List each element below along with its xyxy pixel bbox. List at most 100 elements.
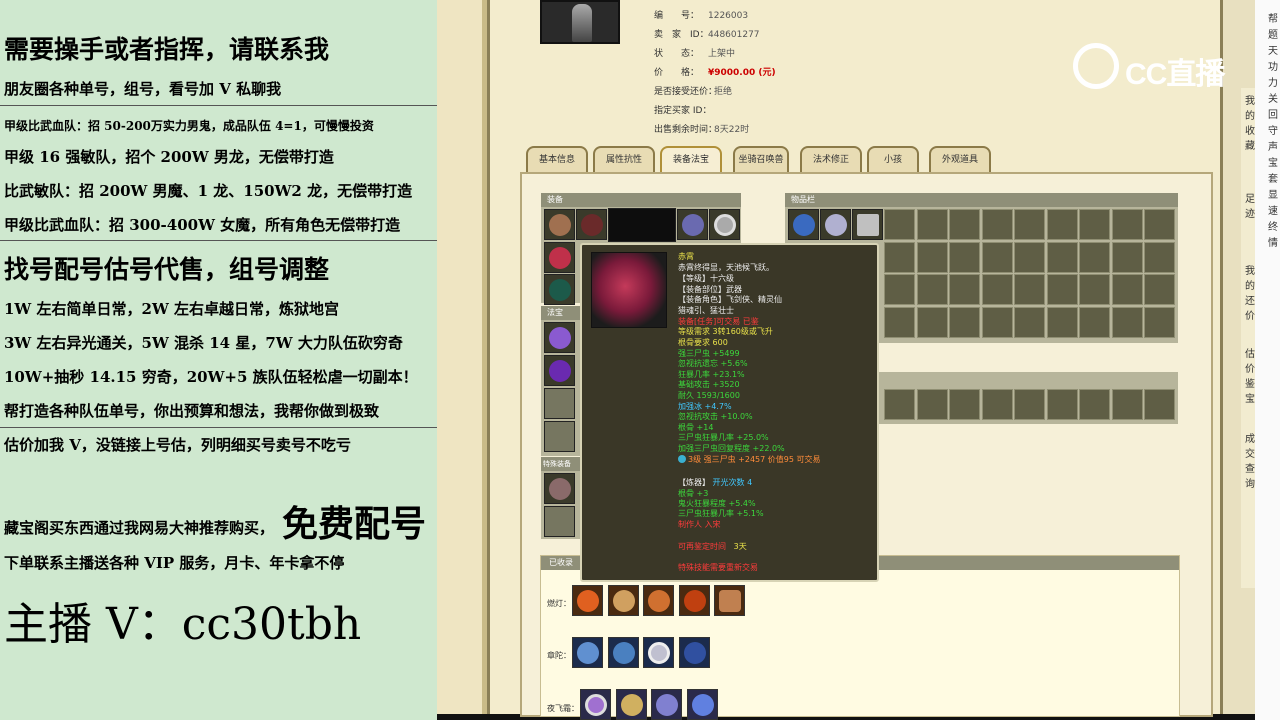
inventory-cell[interactable] [949,209,980,240]
magic-slot-2[interactable] [544,355,575,386]
inventory-cell[interactable] [1046,241,1078,273]
owned-item[interactable] [679,585,710,616]
tab-mounts[interactable]: 坐骑召唤兽 [733,146,789,172]
inventory-cell[interactable] [949,389,980,420]
item-attr: 忽视抗攻击 +10.0% [678,412,753,421]
inventory-cell[interactable] [1079,241,1110,273]
inventory-cell[interactable] [981,274,1013,305]
inventory-cell[interactable] [981,389,1013,420]
inventory-cell[interactable] [1144,389,1175,420]
tab-appearance[interactable]: 外观道具 [929,146,991,172]
inventory-cell[interactable] [1046,306,1078,338]
inventory-cell[interactable] [1144,274,1175,305]
equip-slot-armor[interactable] [576,209,607,240]
side-nav-char[interactable]: 宝 [1244,390,1256,405]
inventory-cell[interactable] [1144,241,1175,273]
inventory-cell[interactable] [916,274,948,305]
inventory-cell[interactable] [949,274,980,305]
inventory-cell[interactable] [884,241,915,273]
side-nav-char[interactable]: 交 [1244,445,1256,460]
owned-item[interactable] [643,585,674,616]
special-slot-1[interactable] [544,473,575,504]
owned-item[interactable] [608,585,639,616]
side-nav-char[interactable]: 价 [1244,307,1256,322]
inventory-cell[interactable] [884,306,915,338]
side-nav-char[interactable]: 成 [1244,430,1256,445]
tab-basic-info[interactable]: 基本信息 [526,146,588,172]
owned-item[interactable] [616,689,647,720]
owned-item[interactable] [580,689,611,720]
owned-item[interactable] [687,689,718,720]
inventory-cell[interactable] [981,209,1013,240]
inventory-cell[interactable] [1079,306,1110,338]
tab-attributes[interactable]: 属性抗性 [593,146,655,172]
side-nav-char[interactable]: 足 [1244,190,1256,205]
equip-slot-ring[interactable] [709,209,740,240]
inventory-cell[interactable] [1079,209,1110,240]
inventory-cell[interactable] [1014,241,1045,273]
side-nav-char[interactable]: 收 [1244,122,1256,137]
inventory-cell[interactable] [916,306,948,338]
inventory-slot-1[interactable] [788,209,819,240]
owned-item[interactable] [714,585,745,616]
owned-item[interactable] [651,689,682,720]
owned-item[interactable] [608,637,639,668]
inventory-cell[interactable] [981,306,1013,338]
magic-slot-3[interactable] [544,388,575,419]
inventory-cell[interactable] [1144,306,1175,338]
owned-item[interactable] [572,585,603,616]
side-nav-char[interactable]: 估 [1244,345,1256,360]
inventory-cell[interactable] [884,274,915,305]
refine-attr: 根骨 +3 [678,489,709,498]
side-nav-char[interactable]: 藏 [1244,137,1256,152]
special-slot-2[interactable] [544,506,575,537]
inventory-cell[interactable] [981,241,1013,273]
inventory-cell[interactable] [916,241,948,273]
side-nav-char[interactable]: 查 [1244,460,1256,475]
inventory-cell[interactable] [949,241,980,273]
inventory-cell[interactable] [1111,389,1143,420]
inventory-slot-3[interactable] [852,209,883,240]
side-nav-char[interactable]: 鉴 [1244,375,1256,390]
magic-slot-1[interactable] [544,322,575,353]
inventory-cell[interactable] [949,306,980,338]
owned-item[interactable] [679,637,710,668]
inventory-cell[interactable] [1014,209,1045,240]
tab-spells[interactable]: 法术修正 [800,146,862,172]
inventory-cell[interactable] [1111,209,1143,240]
side-nav-char[interactable]: 价 [1244,360,1256,375]
inventory-cell[interactable] [1046,389,1078,420]
side-nav-char[interactable]: 还 [1244,292,1256,307]
side-nav-char[interactable]: 的 [1244,277,1256,292]
side-nav-char[interactable]: 我 [1244,262,1256,277]
owned-item[interactable] [643,637,674,668]
side-nav-char[interactable]: 询 [1244,475,1256,490]
tab-child[interactable]: 小孩 [867,146,919,172]
equip-slot-charm[interactable] [544,274,575,305]
inventory-cell[interactable] [1079,274,1110,305]
inventory-cell[interactable] [1111,306,1143,338]
inventory-cell[interactable] [884,389,915,420]
side-nav-char[interactable]: 的 [1244,107,1256,122]
equip-slot-weapon[interactable] [544,242,575,273]
side-nav-char[interactable]: 迹 [1244,205,1256,220]
side-nav-char[interactable]: 我 [1244,92,1256,107]
inventory-cell[interactable] [1046,209,1078,240]
inventory-cell[interactable] [1046,274,1078,305]
magic-slot-4[interactable] [544,421,575,452]
inventory-cell[interactable] [1144,209,1175,240]
inventory-cell[interactable] [916,389,948,420]
equip-slot-crown[interactable] [677,209,708,240]
inventory-cell[interactable] [1111,274,1143,305]
owned-item[interactable] [572,637,603,668]
inventory-cell[interactable] [1014,274,1045,305]
inventory-cell[interactable] [1014,389,1045,420]
tab-equipment[interactable]: 装备法宝 [660,146,722,172]
inventory-cell[interactable] [1079,389,1110,420]
inventory-cell[interactable] [1014,306,1045,338]
equip-slot-helmet[interactable] [544,209,575,240]
inventory-cell[interactable] [916,209,948,240]
inventory-slot-2[interactable] [820,209,851,240]
inventory-cell[interactable] [1111,241,1143,273]
inventory-cell[interactable] [884,209,915,240]
